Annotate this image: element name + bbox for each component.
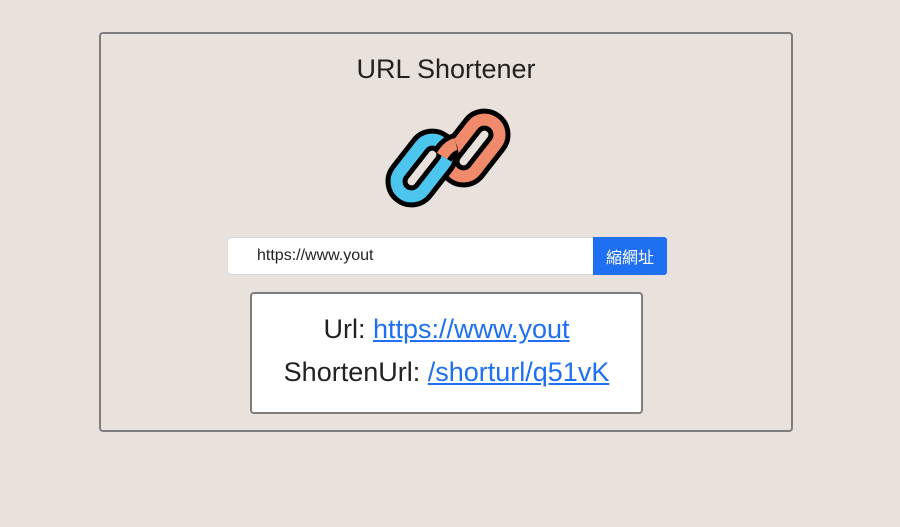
- result-short-url-row: ShortenUrl: /shorturl/q51vK: [252, 357, 641, 388]
- short-url-link[interactable]: /shorturl/q51vK: [428, 357, 610, 387]
- shortener-card: URL Shortener 縮網址 Url: https://www.yout …: [99, 32, 793, 432]
- shorten-form: 縮網址: [227, 237, 668, 275]
- url-label: Url:: [323, 314, 373, 344]
- result-panel: Url: https://www.yout ShortenUrl: /short…: [250, 292, 643, 414]
- short-url-label: ShortenUrl:: [283, 357, 428, 387]
- result-url-row: Url: https://www.yout: [252, 314, 641, 345]
- shorten-button[interactable]: 縮網址: [593, 237, 667, 275]
- page-title: URL Shortener: [356, 54, 536, 84]
- original-url-link[interactable]: https://www.yout: [373, 314, 570, 344]
- chain-link-icon: [385, 108, 511, 208]
- url-input[interactable]: [227, 237, 593, 275]
